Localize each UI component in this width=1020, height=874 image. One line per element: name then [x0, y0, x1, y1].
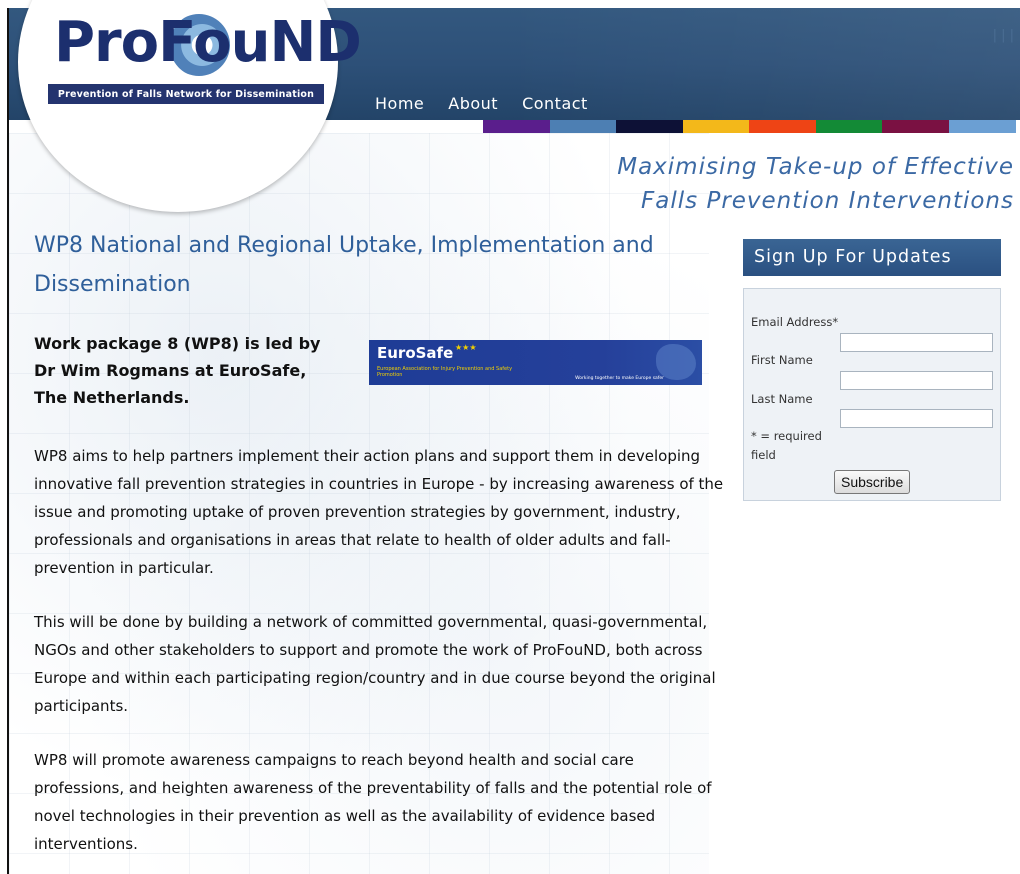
eu-stars-icon: ★★★ — [455, 343, 477, 352]
required-note: * = required field — [751, 429, 822, 462]
eurosafe-motto: Working together to make Europe safer — [575, 376, 664, 381]
body-paragraph-3: WP8 will promote awareness campaigns to … — [34, 751, 712, 853]
signup-form: Email Address* First Name Last Name * = … — [743, 288, 1001, 501]
profound-logo[interactable]: ProFouND Prevention of Falls Network for… — [48, 10, 362, 110]
color-stripe-segment — [882, 120, 949, 133]
color-stripe-segment — [749, 120, 816, 133]
nav-contact-link[interactable]: Contact — [522, 94, 588, 113]
body-paragraph-2: This will be done by building a network … — [34, 613, 716, 715]
color-stripe-segment — [948, 120, 1016, 133]
last-name-field[interactable] — [840, 409, 993, 428]
header-corner-text: | | | — [992, 28, 1014, 43]
europe-map-icon — [656, 344, 696, 380]
color-stripe-segment — [483, 120, 550, 133]
email-label: Email Address* — [751, 315, 839, 329]
color-stripe-segment — [815, 120, 883, 133]
signup-heading: Sign Up For Updates — [743, 239, 1001, 276]
page-title: WP8 National and Regional Uptake, Implem… — [34, 233, 654, 297]
eurosafe-name: EuroSafe — [377, 344, 454, 362]
tagline-line-1: Maximising Take-up of Effective — [617, 154, 1014, 180]
logo-wordmark: ProFouND — [54, 10, 362, 75]
color-stripe-segment — [682, 120, 750, 133]
tagline-line-2: Falls Prevention Interventions — [641, 188, 1014, 214]
color-stripe-segment — [549, 120, 617, 133]
nav-about-link[interactable]: About — [448, 94, 498, 113]
first-name-field[interactable] — [840, 371, 993, 390]
last-name-label: Last Name — [751, 392, 813, 406]
site-tagline: Maximising Take-up of Effective Falls Pr… — [617, 150, 1014, 218]
color-stripe-segment — [616, 120, 683, 133]
eurosafe-logo[interactable]: EuroSafe ★★★ European Association for In… — [369, 340, 702, 385]
body-paragraph-1: WP8 aims to help partners implement thei… — [34, 447, 724, 577]
nav-home-link[interactable]: Home — [375, 94, 424, 113]
eurosafe-subtitle: European Association for Injury Preventi… — [377, 366, 513, 378]
first-name-label: First Name — [751, 353, 813, 367]
subscribe-button[interactable]: Subscribe — [834, 470, 911, 494]
lead-paragraph: Work package 8 (WP8) is led by Dr Wim Ro… — [34, 334, 321, 407]
main-nav: Home About Contact — [375, 94, 588, 113]
email-field[interactable] — [840, 333, 993, 352]
logo-tagline: Prevention of Falls Network for Dissemin… — [48, 84, 324, 104]
